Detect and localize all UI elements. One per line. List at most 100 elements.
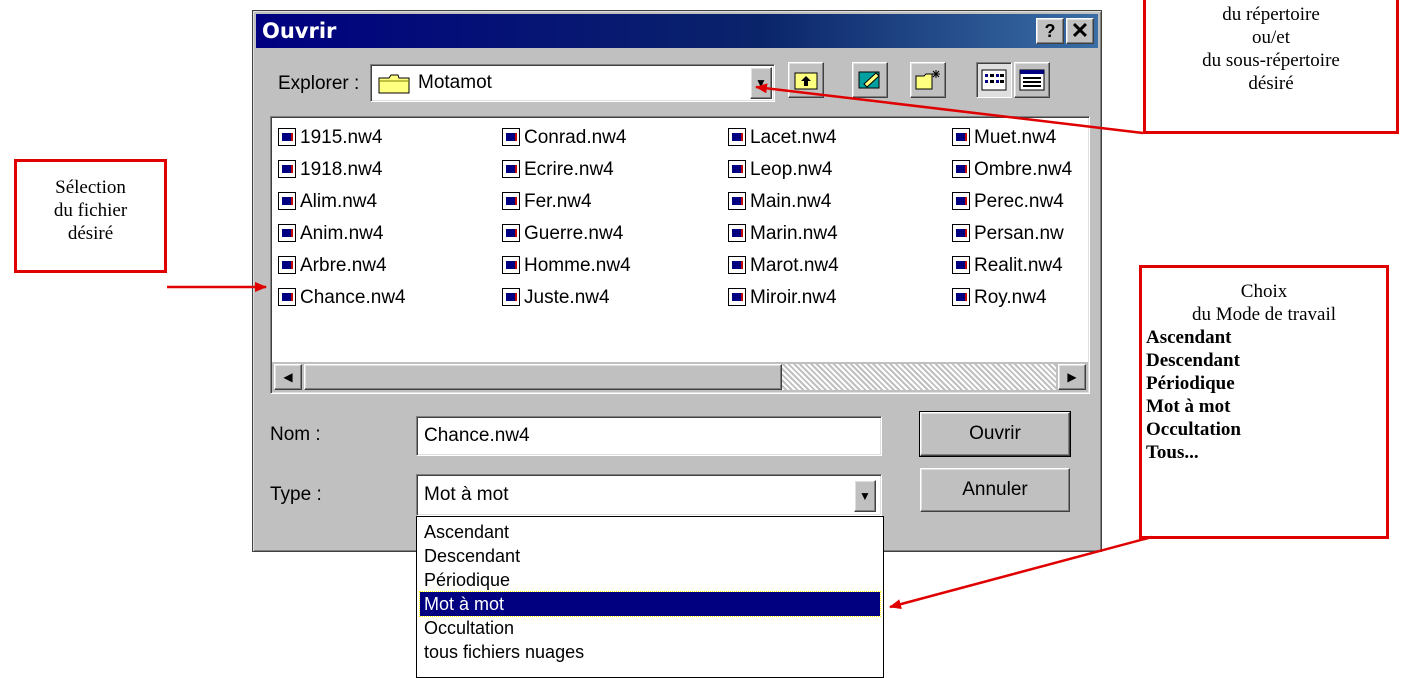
file-item[interactable]: Leop.nw4: [728, 155, 938, 185]
file-icon: [728, 288, 746, 307]
callout-line: Choix: [1240, 281, 1288, 302]
file-name: Fer.nw4: [524, 191, 592, 212]
dialog-title: Ouvrir: [262, 19, 337, 43]
file-item[interactable]: Anim.nw4: [278, 219, 488, 249]
title-bar[interactable]: [256, 14, 1098, 48]
callout-line: Sélection: [55, 177, 126, 198]
file-item[interactable]: Main.nw4: [728, 187, 938, 217]
file-item[interactable]: Homme.nw4: [502, 251, 712, 281]
file-icon: [502, 288, 520, 307]
file-item[interactable]: Lacet.nw4: [728, 123, 938, 153]
mode-item: Ascendant: [1146, 327, 1232, 348]
explorer-dropdown-button[interactable]: ▼: [750, 67, 772, 99]
callout-directory: du répertoire ou/et du sous-répertoire d…: [1143, 0, 1399, 134]
close-button[interactable]: ✕: [1066, 18, 1094, 44]
up-folder-button[interactable]: [788, 62, 824, 98]
file-icon: [952, 288, 970, 307]
callout-line: du fichier: [53, 200, 128, 221]
file-item[interactable]: Persan.nw: [952, 219, 1087, 249]
cancel-button[interactable]: Annuler: [920, 468, 1070, 512]
arrow-left-icon: ◀: [283, 370, 293, 384]
file-name: Ombre.nw4: [974, 159, 1073, 180]
file-item[interactable]: Realit.nw4: [952, 251, 1087, 281]
callout-line: désiré: [67, 223, 114, 244]
file-item[interactable]: Guerre.nw4: [502, 219, 712, 249]
file-name: Anim.nw4: [300, 223, 384, 244]
file-icon: [278, 224, 296, 243]
file-item[interactable]: 1918.nw4: [278, 155, 488, 185]
desktop-button[interactable]: [852, 62, 888, 98]
file-name: Homme.nw4: [524, 255, 631, 276]
callout-line: du Mode de travail: [1191, 304, 1337, 325]
folder-icon: [378, 74, 410, 94]
type-option[interactable]: Occultation: [420, 616, 880, 640]
file-item[interactable]: Fer.nw4: [502, 187, 712, 217]
type-option[interactable]: Mot à mot: [419, 591, 881, 617]
callout-line: ou/et: [1252, 27, 1290, 48]
file-name: Ecrire.nw4: [524, 159, 614, 180]
chevron-down-icon: ▼: [755, 76, 767, 90]
callout-file-selection: Sélection du fichier désiré: [14, 159, 167, 273]
file-name: Arbre.nw4: [300, 255, 387, 276]
file-name: Guerre.nw4: [524, 223, 624, 244]
type-option[interactable]: Périodique: [420, 568, 880, 592]
file-item[interactable]: Ombre.nw4: [952, 155, 1087, 185]
list-view-button[interactable]: [976, 62, 1012, 98]
file-item[interactable]: Perec.nw4: [952, 187, 1087, 217]
file-item[interactable]: Miroir.nw4: [728, 283, 938, 313]
file-item[interactable]: Alim.nw4: [278, 187, 488, 217]
file-name: 1918.nw4: [300, 159, 383, 180]
file-name: Perec.nw4: [974, 191, 1064, 212]
type-option[interactable]: Ascendant: [420, 520, 880, 544]
file-item[interactable]: Marin.nw4: [728, 219, 938, 249]
file-icon: [502, 224, 520, 243]
file-item[interactable]: Muet.nw4: [952, 123, 1087, 153]
callout-work-mode: Choix du Mode de travail Ascendant Desce…: [1139, 265, 1389, 539]
file-icon: [728, 160, 746, 179]
scroll-right-button[interactable]: ▶: [1058, 364, 1086, 390]
file-icon: [952, 256, 970, 275]
file-name: Muet.nw4: [974, 127, 1057, 148]
file-name: Chance.nw4: [300, 287, 406, 308]
file-item[interactable]: Conrad.nw4: [502, 123, 712, 153]
type-dropdown-button[interactable]: ▼: [854, 480, 876, 512]
open-button[interactable]: Ouvrir: [919, 411, 1071, 457]
scroll-track[interactable]: [782, 364, 1056, 390]
details-view-button[interactable]: [1014, 62, 1050, 98]
file-name: Lacet.nw4: [750, 127, 837, 148]
help-button[interactable]: ?: [1036, 18, 1064, 44]
new-folder-button[interactable]: [910, 62, 946, 98]
file-name: Persan.nw: [974, 223, 1064, 244]
file-item[interactable]: Marot.nw4: [728, 251, 938, 281]
file-item[interactable]: Juste.nw4: [502, 283, 712, 313]
mode-item: Mot à mot: [1146, 396, 1231, 417]
file-name: Marot.nw4: [750, 255, 839, 276]
callout-line: du répertoire: [1222, 4, 1320, 25]
mode-item: Descendant: [1146, 350, 1240, 371]
up-folder-icon: [794, 72, 818, 90]
name-label: Nom :: [270, 424, 321, 445]
arrow-right-icon: ▶: [1067, 370, 1077, 384]
file-icon: [278, 288, 296, 307]
file-name-value: Chance.nw4: [424, 425, 530, 446]
file-icon: [502, 160, 520, 179]
file-icon: [952, 224, 970, 243]
file-name: Main.nw4: [750, 191, 832, 212]
file-item[interactable]: Ecrire.nw4: [502, 155, 712, 185]
file-item[interactable]: 1915.nw4: [278, 123, 488, 153]
file-item[interactable]: Chance.nw4: [278, 283, 488, 313]
type-option[interactable]: tous fichiers nuages: [420, 640, 880, 664]
file-icon: [502, 256, 520, 275]
file-name: 1915.nw4: [300, 127, 383, 148]
scroll-left-button[interactable]: ◀: [274, 364, 302, 390]
file-icon: [952, 160, 970, 179]
file-icon: [728, 256, 746, 275]
type-option[interactable]: Descendant: [420, 544, 880, 568]
scroll-thumb[interactable]: [304, 364, 782, 390]
file-name: Leop.nw4: [750, 159, 833, 180]
file-name: Marin.nw4: [750, 223, 838, 244]
file-item[interactable]: Roy.nw4: [952, 283, 1087, 313]
list-view-icon: [981, 69, 1007, 91]
file-item[interactable]: Arbre.nw4: [278, 251, 488, 281]
new-folder-icon: [915, 70, 940, 90]
